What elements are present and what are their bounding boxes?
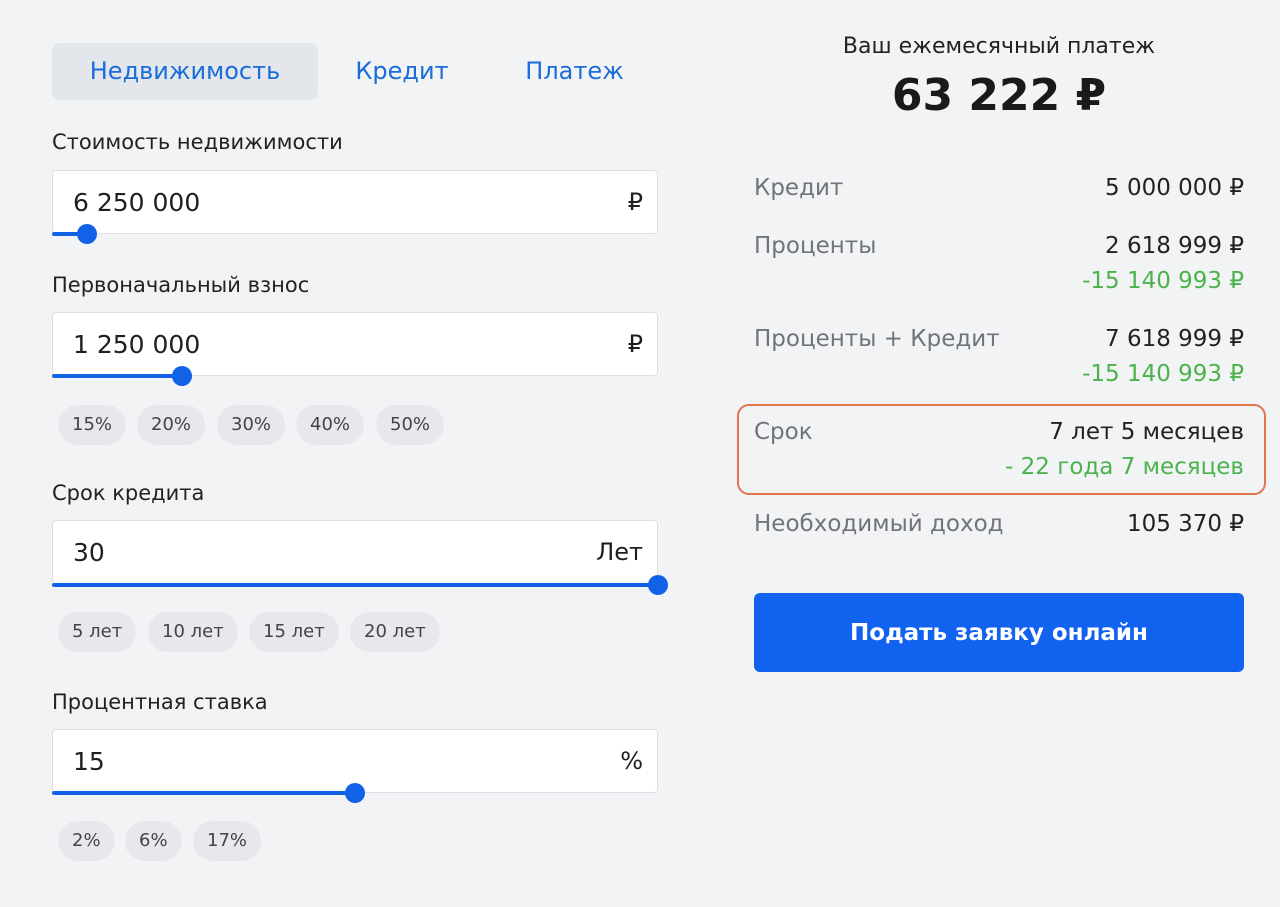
chip-down-payment-20[interactable]: 20% <box>137 405 206 445</box>
credit-value: 5 000 000 ₽ <box>1105 175 1244 201</box>
total-value: 7 618 999 ₽ <box>1105 326 1244 352</box>
slider-thumb[interactable] <box>648 575 668 595</box>
income-label: Необходимый доход <box>754 511 1004 537</box>
years-unit: Лет <box>596 538 643 566</box>
interest-delta: -15 140 993 ₽ <box>1082 268 1244 294</box>
slider-thumb[interactable] <box>345 783 365 803</box>
summary-title: Ваш ежемесячный платеж <box>842 34 1156 59</box>
tab-credit[interactable]: Кредит <box>332 43 472 100</box>
chip-term-15[interactable]: 15 лет <box>249 612 339 652</box>
credit-label: Кредит <box>754 175 844 201</box>
interest-label: Проценты <box>754 233 877 259</box>
slider-thumb[interactable] <box>172 366 193 386</box>
property-cost-slider[interactable] <box>52 224 658 244</box>
chip-down-payment-40[interactable]: 40% <box>296 405 365 445</box>
chip-term-5[interactable]: 5 лет <box>58 612 137 652</box>
term-label: Срок <box>754 419 813 445</box>
loan-term-label: Срок кредита <box>52 481 205 505</box>
term-delta: - 22 года 7 месяцев <box>1005 454 1244 480</box>
chip-rate-17[interactable]: 17% <box>193 821 262 861</box>
monthly-payment-amount: 63 222 ₽ <box>891 70 1107 121</box>
slider-fill <box>52 791 355 795</box>
property-cost-label: Стоимость недвижимости <box>52 130 343 154</box>
income-value: 105 370 ₽ <box>1126 511 1244 537</box>
tab-payment[interactable]: Платеж <box>507 43 642 100</box>
term-value: 7 лет 5 месяцев <box>1049 419 1244 445</box>
chip-term-20[interactable]: 20 лет <box>350 612 440 652</box>
chip-down-payment-30[interactable]: 30% <box>217 405 286 445</box>
term-highlight-box <box>737 404 1266 495</box>
slider-fill <box>52 583 658 587</box>
chip-down-payment-15[interactable]: 15% <box>58 405 127 445</box>
down-payment-slider[interactable] <box>52 366 658 386</box>
chip-rate-2[interactable]: 2% <box>58 821 115 861</box>
chip-rate-6[interactable]: 6% <box>125 821 182 861</box>
total-label: Проценты + Кредит <box>754 326 1000 352</box>
slider-thumb[interactable] <box>76 224 97 244</box>
interest-value: 2 618 999 ₽ <box>1105 233 1244 259</box>
interest-rate-label: Процентная ставка <box>52 690 268 714</box>
apply-online-button[interactable]: Подать заявку онлайн <box>754 593 1244 672</box>
tab-bar: Недвижимость Кредит Платеж <box>52 43 652 100</box>
loan-term-slider[interactable] <box>52 575 668 595</box>
tab-property[interactable]: Недвижимость <box>52 43 318 100</box>
total-delta: -15 140 993 ₽ <box>1082 361 1244 387</box>
loan-term-input[interactable] <box>73 521 553 583</box>
chip-down-payment-50[interactable]: 50% <box>376 405 445 445</box>
slider-fill <box>52 374 183 378</box>
chip-term-10[interactable]: 10 лет <box>148 612 238 652</box>
interest-rate-slider[interactable] <box>52 783 658 803</box>
down-payment-label: Первоначальный взнос <box>52 273 310 297</box>
